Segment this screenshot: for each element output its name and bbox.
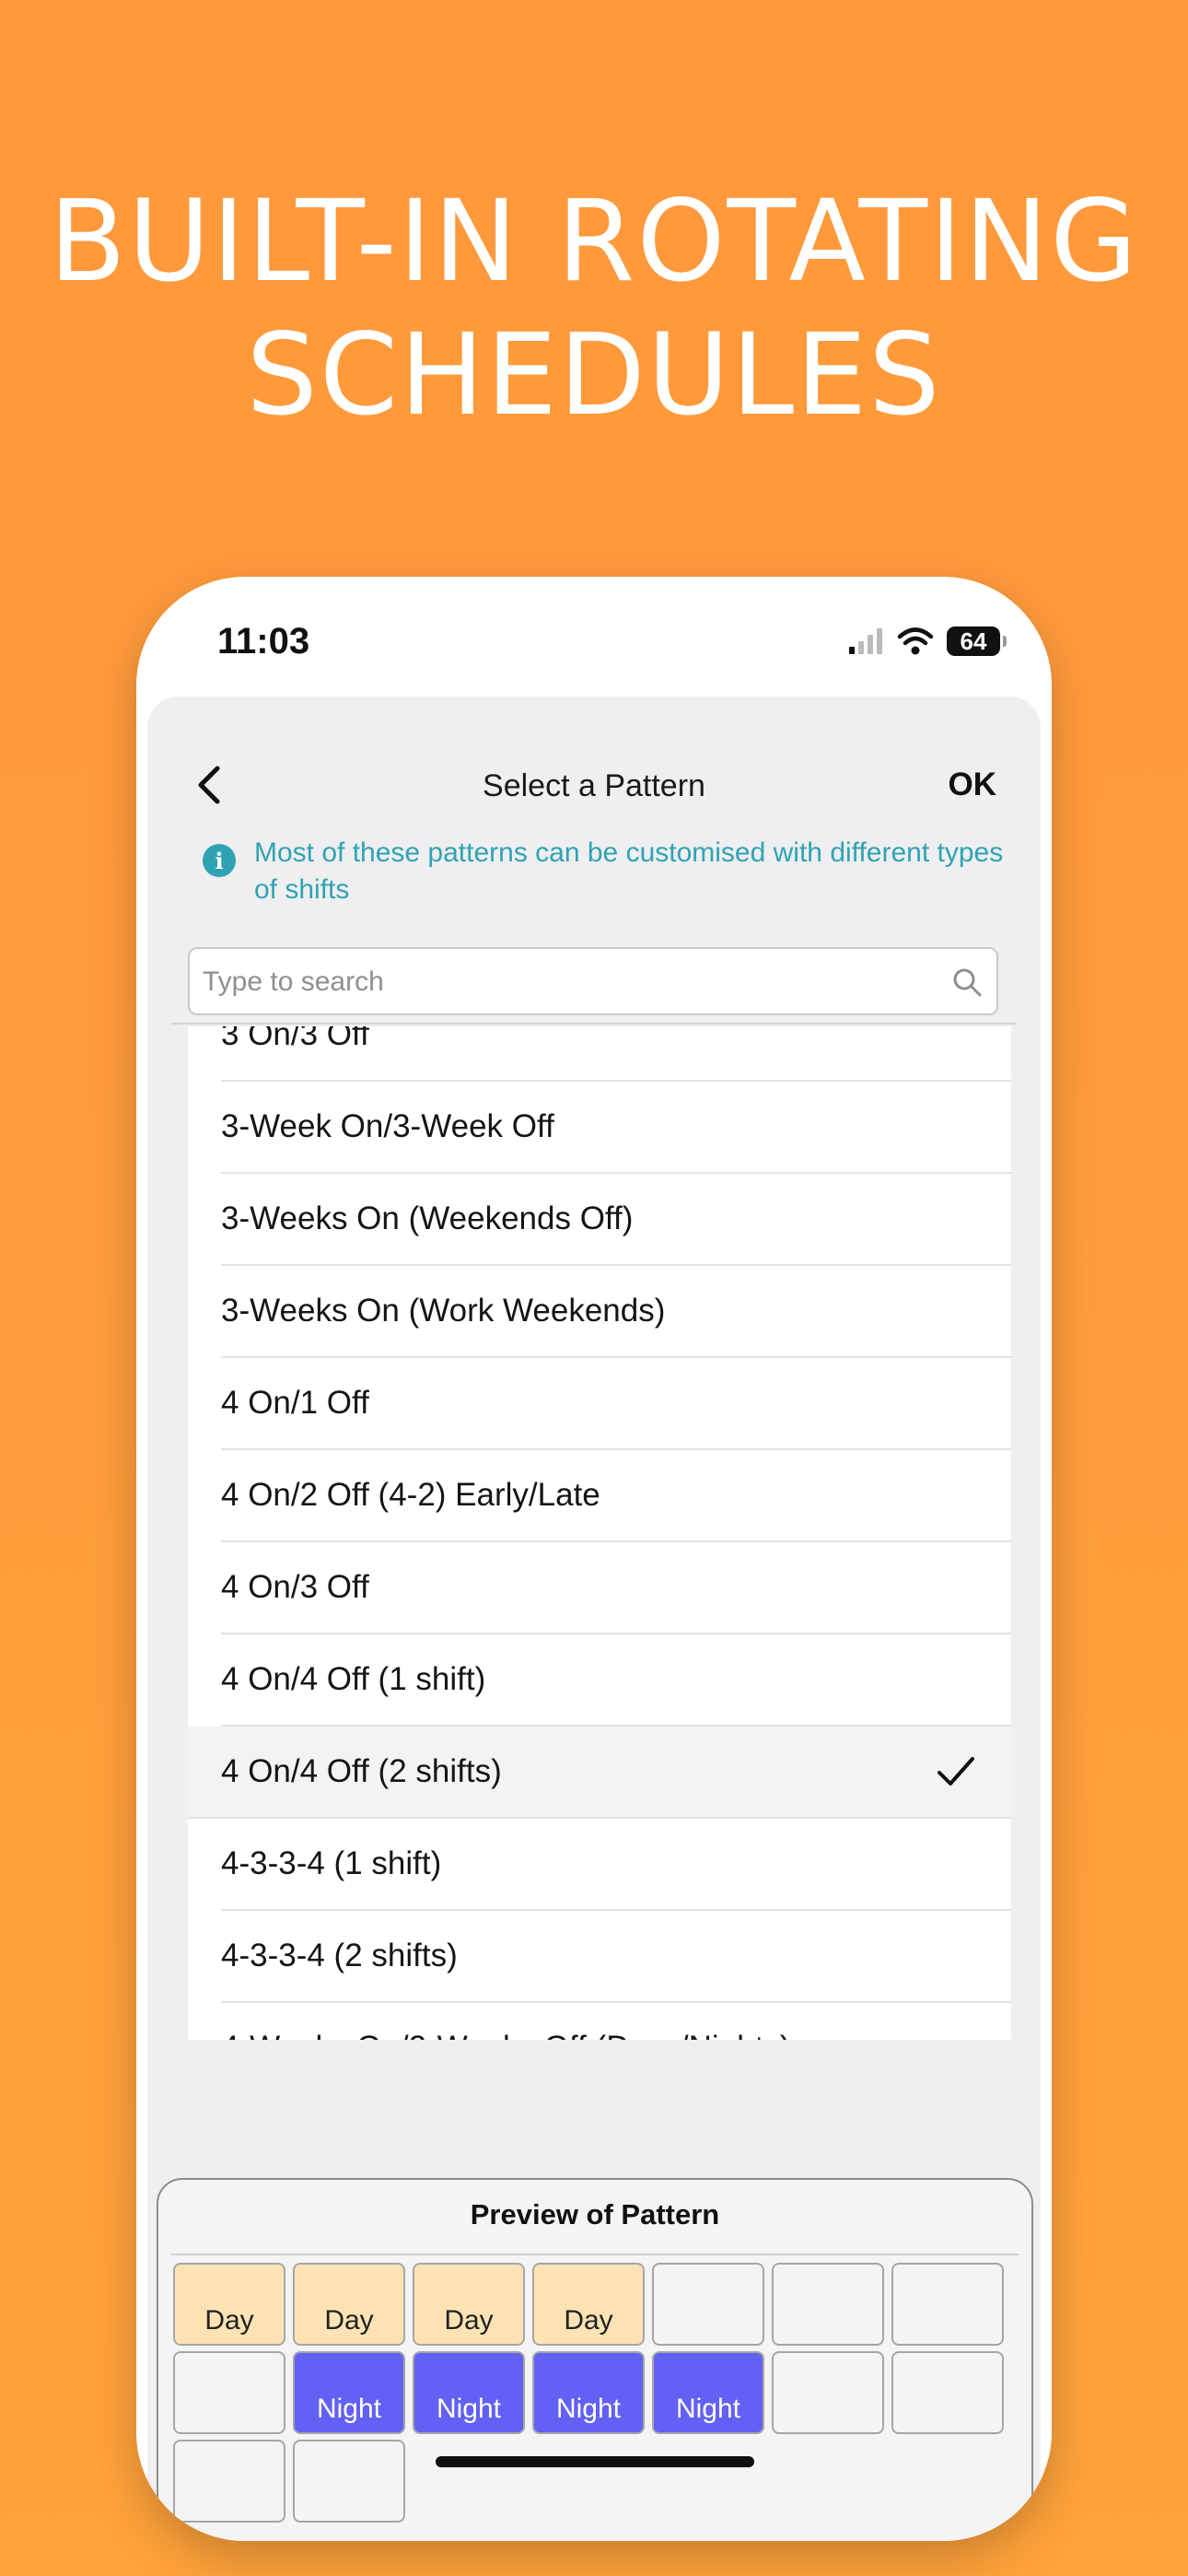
ok-button[interactable]: OK: [949, 767, 997, 803]
list-item-label: 3-Weeks On (Work Weekends): [221, 1293, 666, 1329]
preview-cell-day: Day: [293, 2263, 405, 2346]
preview-cell-off: [293, 2440, 405, 2523]
home-indicator[interactable]: [436, 2456, 754, 2467]
list-item[interactable]: 4 On/1 Off: [221, 1358, 1011, 1450]
list-item-label: 4 On/4 Off (2 shifts): [221, 1753, 502, 1789]
list-item[interactable]: 4-3-3-4 (2 shifts): [221, 1911, 1011, 2003]
list-divider: [171, 1023, 1017, 1025]
battery-level: 64: [960, 626, 987, 655]
list-item-label: 4 On/4 Off (1 shift): [221, 1661, 486, 1697]
preview-cell-night: Night: [413, 2351, 525, 2434]
search-icon[interactable]: [950, 966, 984, 999]
preview-cell-day: Day: [532, 2263, 645, 2346]
headline-line-2: SCHEDULES: [246, 310, 942, 440]
pattern-preview-panel: Preview of Pattern Day Day Day Day Night…: [157, 2178, 1033, 2541]
list-item-label: 4-3-3-4 (1 shift): [221, 1845, 442, 1881]
info-text: Most of these patterns can be customised…: [254, 837, 1004, 905]
phone-frame: 11:03 64 Select a Pattern OK i Most of t…: [136, 577, 1052, 2541]
pattern-list[interactable]: 3 On/3 Off 3-Week On/3-Week Off 3-Weeks …: [188, 1026, 1011, 2040]
headline-line-1: BUILT-IN ROTATING: [49, 176, 1139, 307]
info-banner: i Most of these patterns can be customis…: [203, 835, 1013, 908]
preview-cell-off: [652, 2263, 764, 2346]
pattern-list-inner: 3 On/3 Off 3-Week On/3-Week Off 3-Weeks …: [188, 1026, 1011, 2040]
preview-cell-off: [772, 2351, 884, 2434]
preview-title: Preview of Pattern: [470, 2198, 720, 2231]
status-icons: 64: [847, 623, 1007, 660]
preview-cell-night: Night: [532, 2351, 645, 2434]
list-item[interactable]: 4 On/3 Off: [221, 1542, 1011, 1634]
battery-icon: 64: [947, 626, 1007, 656]
list-item[interactable]: 3-Week On/3-Week Off: [221, 1082, 1011, 1174]
list-item-label: 4 On/1 Off: [221, 1385, 369, 1421]
list-item-label: 3-Week On/3-Week Off: [221, 1108, 554, 1144]
preview-cell-day: Day: [413, 2263, 525, 2346]
search-input[interactable]: [190, 949, 923, 1015]
preview-cell-day: Day: [173, 2263, 285, 2346]
preview-cell-night: Night: [293, 2351, 405, 2434]
list-item[interactable]: 4 On/2 Off (4-2) Early/Late: [221, 1450, 1011, 1542]
nav-title: Select a Pattern: [483, 768, 705, 803]
list-item-label: 4 On/3 Off: [221, 1569, 369, 1605]
preview-cell-night: Night: [652, 2351, 764, 2434]
preview-cell-off: [891, 2351, 1004, 2434]
list-item-selected[interactable]: 4 On/4 Off (2 shifts): [188, 1727, 1011, 1819]
checkmark-icon: [938, 1757, 974, 1786]
list-item-label: 3 On/3 Off: [221, 1026, 369, 1052]
list-item[interactable]: 4-3-3-4 (1 shift): [221, 1819, 1011, 1911]
search-box[interactable]: [188, 947, 998, 1015]
wifi-icon: [897, 627, 934, 655]
list-item-label: 3-Weeks On (Weekends Off): [221, 1200, 634, 1236]
headline: BUILT-IN ROTATING SCHEDULES: [0, 175, 1188, 442]
preview-cell-off: [173, 2440, 285, 2523]
preview-divider: [171, 2254, 1019, 2255]
preview-cell-off: [173, 2351, 285, 2434]
list-item[interactable]: 3 On/3 Off: [221, 1026, 1011, 1082]
list-item-label: 4 On/2 Off (4-2) Early/Late: [221, 1477, 600, 1513]
list-item-label: 4-Weeks On/2-Weeks Off (Days/Nights): [221, 2030, 791, 2040]
list-item[interactable]: 4-Weeks On/2-Weeks Off (Days/Nights): [221, 2003, 1011, 2040]
preview-grid: Day Day Day Day Night Night Night Night: [173, 2263, 1004, 2523]
status-time: 11:03: [217, 621, 310, 662]
list-item[interactable]: 3-Weeks On (Work Weekends): [221, 1266, 1011, 1358]
preview-cell-off: [891, 2263, 1004, 2346]
pattern-sheet: Select a Pattern OK i Most of these patt…: [147, 697, 1041, 2541]
info-icon: i: [203, 844, 236, 877]
list-item[interactable]: 4 On/4 Off (1 shift): [221, 1634, 1011, 1727]
list-item[interactable]: 3-Weeks On (Weekends Off): [221, 1174, 1011, 1266]
signal-icon: [849, 628, 882, 654]
list-item-label: 4-3-3-4 (2 shifts): [221, 1938, 458, 1973]
preview-cell-off: [772, 2263, 884, 2346]
